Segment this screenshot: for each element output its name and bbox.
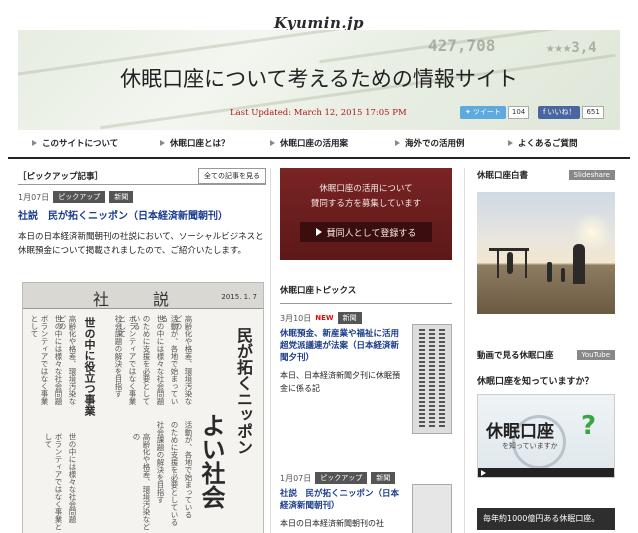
triangle-right-icon — [160, 140, 165, 146]
clipping-date: 2015. 1. 7 — [221, 293, 257, 301]
pickup-section: ［ピックアップ記事］ 全ての記事を見る 1月07日 ピックアップ 新聞 社説 民… — [18, 168, 266, 533]
pickup-section-title: ［ピックアップ記事］ — [18, 172, 104, 182]
newspaper-thumbnail[interactable] — [412, 324, 452, 434]
banner-number: ★★★3,4 — [546, 40, 597, 56]
facebook-icon: f — [543, 108, 546, 116]
see-all-articles-button[interactable]: 全ての記事を見る — [198, 168, 266, 184]
topics-section-title: 休眠口座トピックス — [280, 286, 357, 296]
tweet-label: ツイート — [472, 108, 501, 116]
nav-label: 海外での活用例 — [405, 139, 465, 149]
like-count: 651 — [582, 105, 604, 119]
site-title: 休眠口座について考えるための情報サイト — [120, 67, 518, 91]
article-date: 1月07日 — [18, 192, 50, 202]
clipping-header: 社 説 2015. 1. 7 — [23, 283, 263, 309]
clipping-header-label: 社 説 — [93, 290, 184, 309]
clipping-column: のために支援を必要としている — [170, 421, 179, 526]
video-controls[interactable] — [478, 468, 614, 477]
column-divider — [464, 168, 465, 533]
nav-item-overseas[interactable]: 海外での活用例 — [395, 137, 465, 149]
youtube-badge: YouTube — [576, 350, 615, 360]
clipping-column: 社会課題の解決を目指す — [114, 315, 123, 398]
video-title: 休眠口座を知っていますか？ — [477, 377, 594, 387]
register-supporter-button[interactable]: 賛同人として登録する — [300, 222, 432, 242]
column-divider — [270, 168, 271, 533]
topic-date: 1月07日 — [280, 473, 312, 483]
video-section-title: 動画で見る休眠口座 — [477, 351, 554, 361]
header-banner: 427,708 ★★★3,4 休眠口座について考えるための情報サイト Last … — [18, 30, 620, 130]
newspaper-clipping-image[interactable]: 社 説 2015. 1. 7 民が拓くニッポン よい社会 高齢化や格差、環境汚染… — [22, 282, 264, 533]
nav-item-what-is[interactable]: 休眠口座とは？ — [160, 137, 230, 149]
tweet-button[interactable]: ✦ ツイート — [460, 105, 506, 119]
main-nav: このサイトについて 休眠口座とは？ 休眠口座の活用案 海外での活用例 よくあるご… — [18, 132, 620, 154]
triangle-right-icon — [395, 140, 400, 146]
video-main-text: 休眠口座 — [486, 422, 554, 442]
topic-item: 3月10日 NEW 新聞 休眠預金、新産業や福祉に活用 超党派議連が法案（日本経… — [280, 312, 452, 472]
facebook-share[interactable]: f いいね！ 651 — [538, 105, 604, 119]
white-paper-cover-image[interactable] — [477, 192, 615, 314]
play-triangle-icon — [315, 228, 322, 236]
tag-newspaper[interactable]: 新聞 — [109, 191, 134, 203]
clipping-column: 世の中には様々な社会問題 — [156, 315, 165, 405]
nav-label: 休眠口座とは？ — [170, 139, 230, 149]
newspaper-thumbnail[interactable] — [412, 484, 452, 533]
nav-label: このサイトについて — [42, 139, 119, 149]
slideshare-badge: Slideshare — [568, 170, 615, 180]
article-title-link[interactable]: 社説 民が拓くニッポン（日本経済新聞朝刊） — [18, 207, 266, 222]
clipping-subhead: 世の中に役立つ事業 — [83, 317, 96, 416]
video-player[interactable]: 休眠口座 を知っていますか ? — [477, 394, 615, 478]
section-divider — [18, 184, 266, 185]
question-mark-icon: ? — [581, 411, 597, 441]
promo-line: 賛同する方を募集しています — [310, 199, 422, 209]
nav-item-about[interactable]: このサイトについて — [32, 137, 118, 149]
tweet-count: 104 — [507, 105, 530, 119]
triangle-right-icon — [270, 140, 275, 146]
tag-newspaper[interactable]: 新聞 — [337, 312, 362, 324]
nav-label: よくあるご質問 — [518, 139, 578, 149]
topic-excerpt: 本日の日本経済新聞朝刊の社 — [280, 519, 384, 528]
nav-label: 休眠口座の活用案 — [280, 139, 349, 149]
last-updated: Last Updated: March 12, 2015 17:05 PM — [230, 108, 407, 118]
clipping-column: 世の中には様々な社会問題 — [68, 433, 77, 523]
like-label: いいね！ — [547, 108, 576, 116]
play-icon[interactable] — [481, 470, 486, 476]
topic-date: 3月10日 — [280, 313, 312, 323]
clipping-column: 活動が、各地で始まっている — [184, 421, 193, 519]
clipping-column: 社会課題の解決を目指す — [156, 421, 165, 504]
white-paper-title: 休眠口座白書 — [477, 171, 529, 181]
triangle-right-icon — [32, 140, 37, 146]
tag-pickup[interactable]: ピックアップ — [315, 472, 368, 484]
topic-title-link[interactable]: 休眠預金、新産業や福祉に活用 超党派議連が法案（日本経済新聞夕刊） — [280, 328, 408, 364]
triangle-right-icon — [508, 140, 513, 146]
promo-line: 休眠口座の活用について — [319, 184, 413, 194]
clipping-column: ボランティアではなく事業として — [44, 433, 63, 531]
nav-item-faq[interactable]: よくあるご質問 — [508, 137, 578, 149]
info-banner[interactable]: 毎年約1000億円ある休眠口座。 — [477, 508, 615, 530]
nav-item-proposals[interactable]: 休眠口座の活用案 — [270, 137, 348, 149]
video-sub-text: を知っていますか — [502, 442, 558, 450]
topic-excerpt: 本日、日本経済新聞夕刊に休眠預金に係る記 — [280, 371, 400, 393]
new-badge: NEW — [315, 314, 334, 322]
banner-number: 427,708 — [428, 36, 496, 55]
section-divider — [280, 303, 452, 304]
like-button[interactable]: f いいね！ — [538, 105, 581, 119]
tag-newspaper[interactable]: 新聞 — [371, 472, 396, 484]
register-supporter-label: 賛同人として登録する — [326, 228, 417, 239]
middle-column: 休眠口座の活用について 賛同する方を募集しています 賛同人として登録する 休眠口… — [280, 168, 452, 533]
nav-divider — [8, 157, 630, 159]
clipping-column: 世の中には様々な社会問題 — [54, 315, 63, 405]
clipping-headline: よい社会 — [197, 413, 226, 509]
clipping-column: ボランティアではなく事業として — [30, 315, 49, 405]
clipping-headline: 民が拓くニッポン — [234, 327, 253, 455]
article-excerpt: 本日の日本経済新聞朝刊の社説において、ソーシャルビジネスと休眠預金について掲載さ… — [18, 232, 264, 256]
clipping-column: 高齢化や格差、環境汚染などの — [132, 433, 151, 531]
tweet-share[interactable]: ✦ ツイート 104 — [460, 105, 530, 119]
tag-pickup[interactable]: ピックアップ — [53, 191, 106, 203]
right-column: 休眠口座白書 Slideshare 動画で見る休眠口座 YouTube 休眠口座… — [477, 168, 615, 530]
twitter-bird-icon: ✦ — [465, 108, 471, 116]
topic-item: 1月07日 ピックアップ 新聞 社説 民が拓くニッポン（日本経済新聞朝刊） 本日… — [280, 472, 452, 533]
topic-title-link[interactable]: 社説 民が拓くニッポン（日本経済新聞朝刊） — [280, 488, 400, 512]
supporter-recruit-banner[interactable]: 休眠口座の活用について 賛同する方を募集しています 賛同人として登録する — [280, 168, 452, 260]
